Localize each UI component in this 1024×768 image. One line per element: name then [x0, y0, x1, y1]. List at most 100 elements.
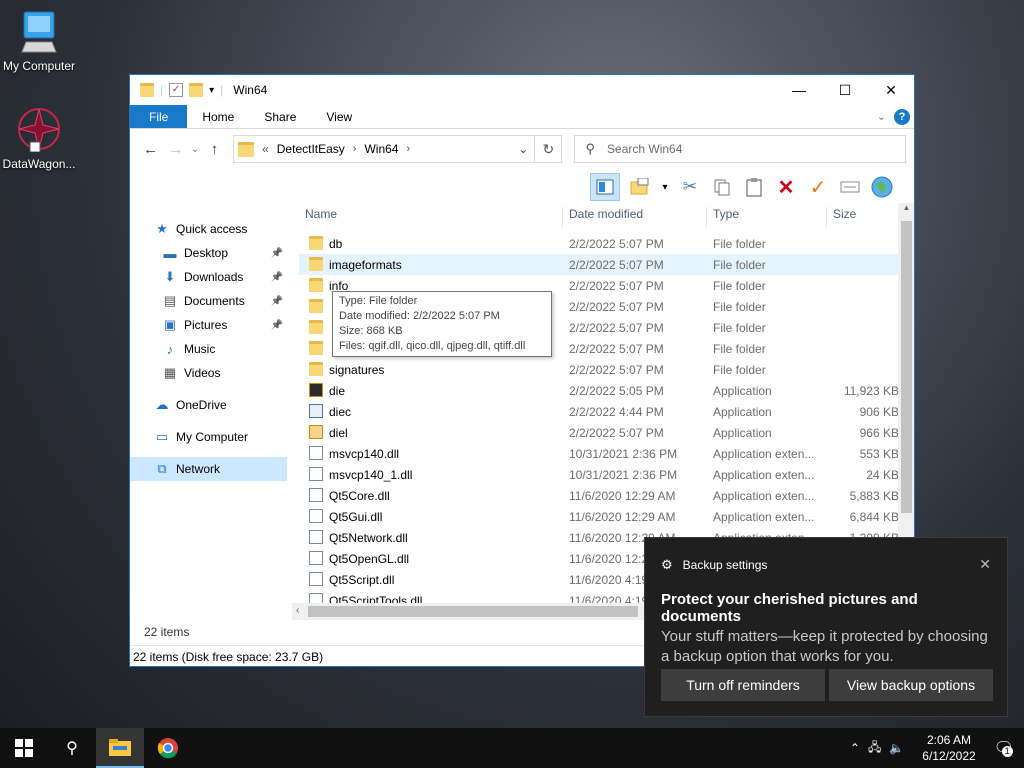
folder-icon — [309, 236, 323, 250]
minimize-button[interactable]: — — [776, 75, 822, 105]
file-date: 2/2/2022 5:05 PM — [569, 384, 664, 398]
network-icon[interactable]: 🖧 — [868, 738, 881, 759]
view-backup-options-button[interactable]: View backup options — [829, 669, 993, 701]
file-name: die — [329, 384, 346, 398]
pin-icon[interactable]: 📌 — [271, 272, 283, 283]
table-row[interactable]: msvcp140_1.dll 10/31/2021 2:36 PM Applicat… — [299, 464, 899, 485]
taskbar: ⚲ ⌃ 🖧 🔈 2:06 AM 6/12/2022 🗨 1 — [0, 728, 1024, 768]
breadcrumb-overflow[interactable]: « — [262, 142, 269, 156]
clock[interactable]: 2:06 AM 6/12/2022 — [922, 732, 975, 764]
forward-button[interactable]: → — [163, 141, 188, 158]
maximize-button[interactable]: ☐ — [822, 75, 868, 105]
table-row[interactable]: Qt5Core.dll 11/6/2020 12:29 AM Application… — [299, 485, 899, 506]
desktop-icon-my-computer[interactable]: My Computer — [0, 10, 78, 73]
videos-icon: ▦ — [163, 365, 177, 380]
search-input[interactable]: ⚲ Search Win64 — [574, 135, 906, 163]
nav-item-music[interactable]: ♪ Music — [130, 337, 287, 361]
ribbon-tabs: File Home Share View ⌄ ? — [130, 105, 914, 129]
help-icon[interactable]: ? — [894, 108, 910, 125]
breadcrumb-win64[interactable]: Win64 — [364, 142, 398, 156]
nav-item-my-computer[interactable]: ▭ My Computer — [130, 425, 287, 449]
chevron-up-icon[interactable]: ⌃ — [850, 741, 860, 755]
nav-item-label: Music — [184, 342, 216, 356]
scroll-up-icon[interactable]: ▲ — [898, 203, 914, 212]
column-header-date-modified[interactable]: Date modified — [563, 207, 707, 227]
nav-item-label: Documents — [184, 294, 245, 308]
tooltip-date: Date modified: 2/2/2022 5:07 PM — [339, 310, 500, 322]
pin-icon[interactable]: 📌 — [271, 296, 283, 307]
taskbar-chrome[interactable] — [144, 728, 192, 768]
expand-ribbon-icon[interactable]: ⌄ — [877, 110, 886, 123]
table-row[interactable]: Qt5Gui.dll 11/6/2020 12:29 AM Application … — [299, 506, 899, 527]
checkmark-icon[interactable]: ✓ — [806, 175, 830, 199]
taskbar-file-explorer[interactable] — [96, 728, 144, 768]
refresh-button[interactable]: ↻ — [535, 135, 563, 163]
file-type: File folder — [713, 300, 766, 314]
nav-item-quick-access[interactable]: ★ Quick access — [130, 217, 287, 241]
file-type: Application exten... — [713, 447, 815, 461]
address-bar[interactable]: « DetectItEasy › Win64 › ⌄ — [233, 135, 536, 163]
customize-qat-icon[interactable]: ▾ — [209, 85, 214, 96]
column-header-name[interactable]: Name — [299, 207, 563, 227]
application-icon — [309, 425, 323, 439]
nav-item-downloads[interactable]: ⬇ Downloads 📌 — [130, 265, 287, 289]
delete-icon[interactable]: ✕ — [774, 175, 798, 199]
nav-item-videos[interactable]: ▦ Videos — [130, 361, 287, 385]
nav-item-documents[interactable]: ▤ Documents 📌 — [130, 289, 287, 313]
chevron-down-icon[interactable]: ⌄ — [518, 142, 534, 156]
properties-icon[interactable]: ✓ — [169, 83, 184, 97]
breadcrumb-detectiteasy[interactable]: DetectItEasy — [277, 142, 345, 156]
up-button[interactable]: ↑ — [202, 141, 227, 158]
turn-off-reminders-button[interactable]: Turn off reminders — [661, 669, 825, 701]
start-button[interactable] — [0, 728, 48, 768]
preview-pane-icon[interactable] — [590, 173, 620, 201]
dll-file-icon — [309, 467, 323, 481]
tab-home[interactable]: Home — [187, 105, 249, 128]
chevron-right-icon[interactable]: › — [353, 143, 357, 155]
tab-view[interactable]: View — [311, 105, 367, 128]
tab-share[interactable]: Share — [249, 105, 311, 128]
scroll-thumb[interactable] — [308, 606, 638, 617]
table-row[interactable]: signatures 2/2/2022 5:07 PM File folder — [299, 359, 899, 380]
globe-icon[interactable] — [870, 175, 894, 199]
search-button[interactable]: ⚲ — [48, 728, 96, 768]
table-row[interactable]: db 2/2/2022 5:07 PM File folder — [299, 233, 899, 254]
table-row[interactable]: diel 2/2/2022 5:07 PM Application 966 KB — [299, 422, 899, 443]
column-header-size[interactable]: Size — [827, 207, 899, 227]
scroll-thumb[interactable] — [901, 221, 912, 513]
nav-item-network[interactable]: ⧉ Network — [130, 457, 287, 481]
table-row[interactable]: imageformats 2/2/2022 5:07 PM File folder — [299, 254, 899, 275]
close-icon[interactable]: ✕ — [979, 556, 991, 573]
nav-item-desktop[interactable]: ▬ Desktop 📌 — [130, 241, 287, 265]
table-row[interactable]: msvcp140.dll 10/31/2021 2:36 PM Applicatio… — [299, 443, 899, 464]
back-button[interactable]: ← — [138, 141, 163, 158]
navigation-pane: ★ Quick access ▬ Desktop 📌 ⬇ Downloads 📌 ▤ Docume… — [130, 205, 287, 615]
tab-file[interactable]: File — [130, 105, 188, 128]
chevron-down-icon[interactable]: ▾ — [660, 175, 670, 199]
desktop-icon-datawagon[interactable]: DataWagon... — [0, 106, 78, 171]
folder-icon — [238, 141, 255, 157]
scroll-left-icon[interactable]: ‹ — [296, 605, 299, 616]
volume-icon[interactable]: 🔈 — [889, 741, 904, 755]
file-type: File folder — [713, 342, 766, 356]
pin-icon[interactable]: 📌 — [271, 248, 283, 259]
action-center-button[interactable]: 🗨 1 — [994, 738, 1014, 758]
recent-locations-button[interactable]: ⌄ — [188, 144, 202, 155]
chevron-right-icon[interactable]: › — [406, 143, 410, 155]
folder-icon — [140, 83, 154, 97]
table-row[interactable]: die 2/2/2022 5:05 PM Application 11,923 KB — [299, 380, 899, 401]
pin-icon[interactable]: 📌 — [271, 320, 283, 331]
nav-item-onedrive[interactable]: ☁ OneDrive — [130, 393, 287, 417]
copy-icon[interactable] — [710, 175, 734, 199]
new-folder-icon[interactable] — [628, 175, 652, 199]
new-folder-icon[interactable] — [189, 83, 204, 97]
table-row[interactable]: diec 2/2/2022 4:44 PM Application 906 KB — [299, 401, 899, 422]
paste-icon[interactable] — [742, 175, 766, 199]
nav-item-pictures[interactable]: ▣ Pictures 📌 — [130, 313, 287, 337]
column-header-type[interactable]: Type — [707, 207, 827, 227]
dll-file-icon — [309, 446, 323, 460]
cut-icon[interactable]: ✂ — [678, 175, 702, 199]
rename-icon[interactable] — [838, 175, 862, 199]
close-button[interactable]: ✕ — [868, 75, 914, 105]
file-type: File folder — [713, 321, 766, 335]
